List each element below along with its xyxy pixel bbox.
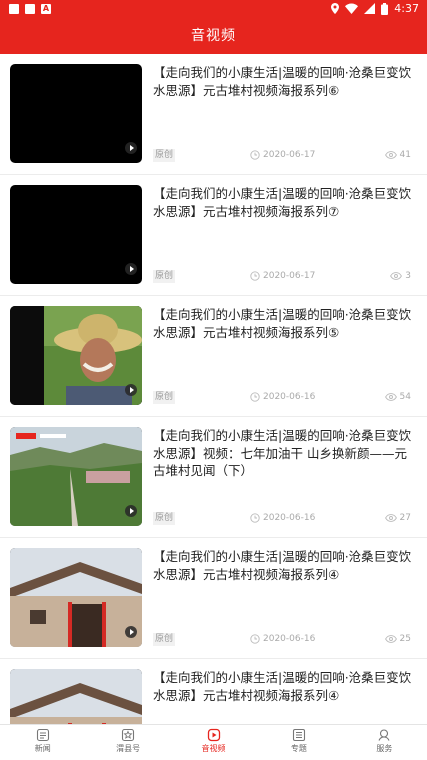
date-text: 2020-06-16: [263, 634, 316, 644]
page-title: 音视频: [191, 28, 236, 44]
eye-icon: [390, 272, 403, 280]
play-icon: [125, 263, 137, 275]
video-meta: 原创 2020-06-16 25: [153, 633, 411, 647]
video-thumbnail[interactable]: [10, 548, 142, 647]
clock-icon: [250, 634, 260, 644]
topic-icon: [292, 728, 305, 742]
view-count-text: 54: [399, 392, 411, 402]
video-title[interactable]: 【走向我们的小康生活|温暖的回响·沧桑巨变饮水思源】元古堆村视频海报系列④: [153, 669, 415, 704]
video-thumbnail[interactable]: [10, 64, 142, 163]
old-house-image: [10, 548, 142, 647]
publish-date: 2020-06-16: [250, 392, 315, 402]
tab-label: 新闻: [34, 744, 51, 753]
video-list-item[interactable]: 【走向我们的小康生活|温暖的回响·沧桑巨变饮水思源】元古堆村视频海报系列⑦ 原创…: [0, 175, 427, 296]
video-meta: 原创 2020-06-17 41: [153, 149, 411, 163]
bottom-tab-bar: 新闻 渭县号 音视频 专题 服务: [0, 724, 427, 760]
original-tag: 原创: [153, 270, 176, 283]
tab-news[interactable]: 新闻: [0, 725, 85, 760]
clock: 4:37: [394, 2, 419, 15]
video-meta: 原创 2020-06-16 54: [153, 391, 411, 405]
eye-icon: [384, 393, 397, 401]
village-landscape-image: [10, 427, 142, 526]
tab-label: 渭县号: [116, 744, 141, 753]
video-title[interactable]: 【走向我们的小康生活|温暖的回响·沧桑巨变饮水思源】元古堆村视频海报系列⑤: [153, 306, 415, 341]
tab-video[interactable]: 音视频: [171, 725, 256, 760]
tab-topic[interactable]: 专题: [256, 725, 341, 760]
eye-icon: [384, 635, 397, 643]
original-tag: 原创: [153, 512, 176, 525]
tab-county-account[interactable]: 渭县号: [85, 725, 170, 760]
tab-label: 专题: [290, 744, 307, 753]
date-text: 2020-06-17: [263, 150, 316, 160]
date-text: 2020-06-16: [263, 513, 316, 523]
video-list-item[interactable]: 【走向我们的小康生活|温暖的回响·沧桑巨变饮水思源】元古堆村视频海报系列⑥ 原创…: [0, 54, 427, 175]
farmer-portrait-image: [10, 306, 142, 405]
publish-date: 2020-06-17: [250, 150, 315, 160]
notification-icon: [9, 4, 19, 14]
video-title[interactable]: 【走向我们的小康生活|温暖的回响·沧桑巨变饮水思源】元古堆村视频海报系列⑦: [153, 185, 415, 220]
system-icons: 4:37: [331, 2, 419, 15]
play-icon: [125, 505, 137, 517]
publish-date: 2020-06-17: [250, 271, 315, 281]
view-count-text: 41: [399, 150, 411, 160]
video-thumbnail[interactable]: [10, 306, 142, 405]
date-text: 2020-06-16: [263, 392, 316, 402]
news-icon: [36, 728, 49, 742]
play-icon: [125, 626, 137, 638]
video-meta: 原创 2020-06-16 27: [153, 512, 411, 526]
video-title[interactable]: 【走向我们的小康生活|温暖的回响·沧桑巨变饮水思源】元古堆村视频海报系列⑥: [153, 64, 415, 99]
view-count-text: 3: [405, 271, 411, 281]
video-thumbnail[interactable]: [10, 427, 142, 526]
original-tag: 原创: [153, 391, 176, 404]
publish-date: 2020-06-16: [250, 634, 315, 644]
signal-icon: [364, 3, 376, 14]
video-title[interactable]: 【走向我们的小康生活|温暖的回响·沧桑巨变饮水思源】元古堆村视频海报系列④: [153, 548, 415, 583]
old-house-image: [10, 669, 142, 724]
video-list-item[interactable]: 【走向我们的小康生活|温暖的回响·沧桑巨变饮水思源】元古堆村视频海报系列④: [0, 659, 427, 724]
wifi-icon: [345, 3, 359, 14]
app-bar: 音视频: [0, 19, 427, 54]
battery-icon: [381, 2, 389, 15]
service-icon: [378, 729, 390, 741]
view-count: 27: [384, 513, 411, 523]
view-count-text: 25: [399, 634, 411, 644]
view-count: 54: [384, 392, 411, 402]
tab-label: 音视频: [201, 744, 226, 753]
original-tag: 原创: [153, 149, 176, 162]
status-bar: A 4:37: [0, 0, 427, 19]
county-account-icon: [122, 728, 135, 742]
view-count-text: 27: [399, 513, 411, 523]
view-count: 3: [390, 271, 411, 281]
video-list-item[interactable]: 【走向我们的小康生活|温暖的回响·沧桑巨变饮水思源】视频：七年加油干 山乡换新颜…: [0, 417, 427, 538]
publish-date: 2020-06-16: [250, 513, 315, 523]
video-thumbnail[interactable]: [10, 185, 142, 284]
clock-icon: [250, 150, 260, 160]
eye-icon: [384, 514, 397, 522]
video-title[interactable]: 【走向我们的小康生活|温暖的回响·沧桑巨变饮水思源】视频：七年加油干 山乡换新颜…: [153, 427, 415, 480]
clock-icon: [250, 513, 260, 523]
video-feed[interactable]: 【走向我们的小康生活|温暖的回响·沧桑巨变饮水思源】元古堆村视频海报系列⑥ 原创…: [0, 54, 427, 724]
clock-icon: [250, 392, 260, 402]
play-icon: [125, 384, 137, 396]
video-meta: 原创 2020-06-17 3: [153, 270, 411, 284]
view-count: 41: [384, 150, 411, 160]
video-list-item[interactable]: 【走向我们的小康生活|温暖的回响·沧桑巨变饮水思源】元古堆村视频海报系列④ 原创…: [0, 538, 427, 659]
eye-icon: [384, 151, 397, 159]
app-notification-icon: A: [41, 4, 51, 14]
play-icon: [125, 142, 137, 154]
video-thumbnail[interactable]: [10, 669, 142, 724]
tab-service[interactable]: 服务: [342, 725, 427, 760]
original-tag: 原创: [153, 633, 176, 646]
clock-icon: [250, 271, 260, 281]
tab-label: 服务: [376, 744, 393, 753]
date-text: 2020-06-17: [263, 271, 316, 281]
location-icon: [331, 3, 340, 14]
notification-icons: A: [9, 4, 51, 14]
view-count: 25: [384, 634, 411, 644]
video-list-item[interactable]: 【走向我们的小康生活|温暖的回响·沧桑巨变饮水思源】元古堆村视频海报系列⑤ 原创…: [0, 296, 427, 417]
video-icon: [207, 728, 220, 742]
notification-icon: [25, 4, 35, 14]
